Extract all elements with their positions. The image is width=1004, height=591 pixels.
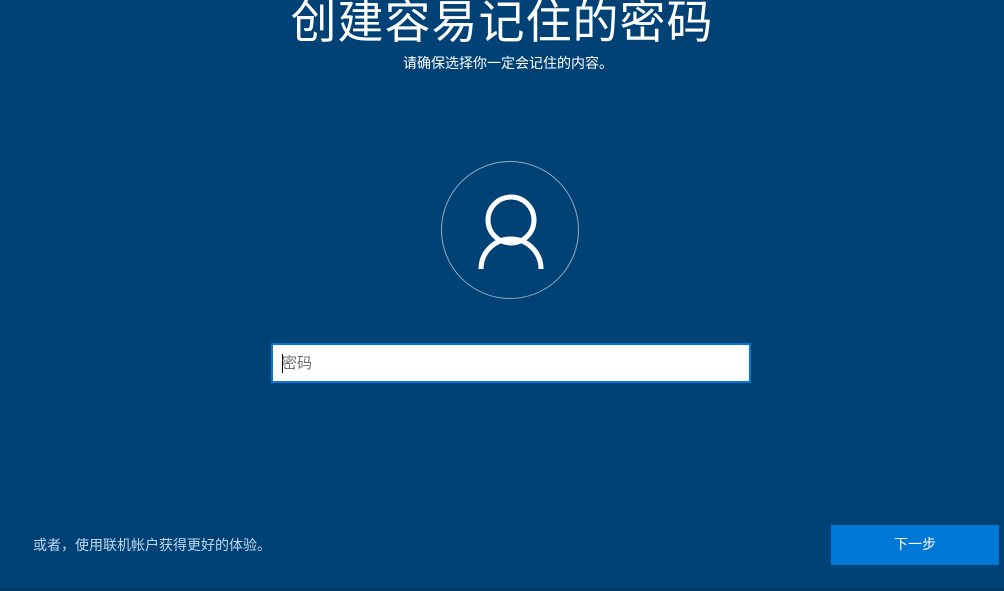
page-title: 创建容易记住的密码 bbox=[290, 0, 714, 49]
account-avatar bbox=[441, 161, 579, 299]
next-button[interactable]: 下一步 bbox=[831, 525, 999, 565]
online-account-link[interactable]: 或者，使用联机帐户获得更好的体验。 bbox=[33, 536, 271, 556]
password-field[interactable] bbox=[271, 343, 751, 383]
user-icon bbox=[478, 194, 544, 270]
password-input[interactable] bbox=[273, 345, 749, 381]
text-caret bbox=[282, 354, 283, 373]
setup-screen: 创建容易记住的密码 请确保选择你一定会记住的内容。 或者，使用联机帐户获得更好的… bbox=[0, 0, 1004, 591]
page-subtitle: 请确保选择你一定会记住的内容。 bbox=[403, 56, 613, 72]
